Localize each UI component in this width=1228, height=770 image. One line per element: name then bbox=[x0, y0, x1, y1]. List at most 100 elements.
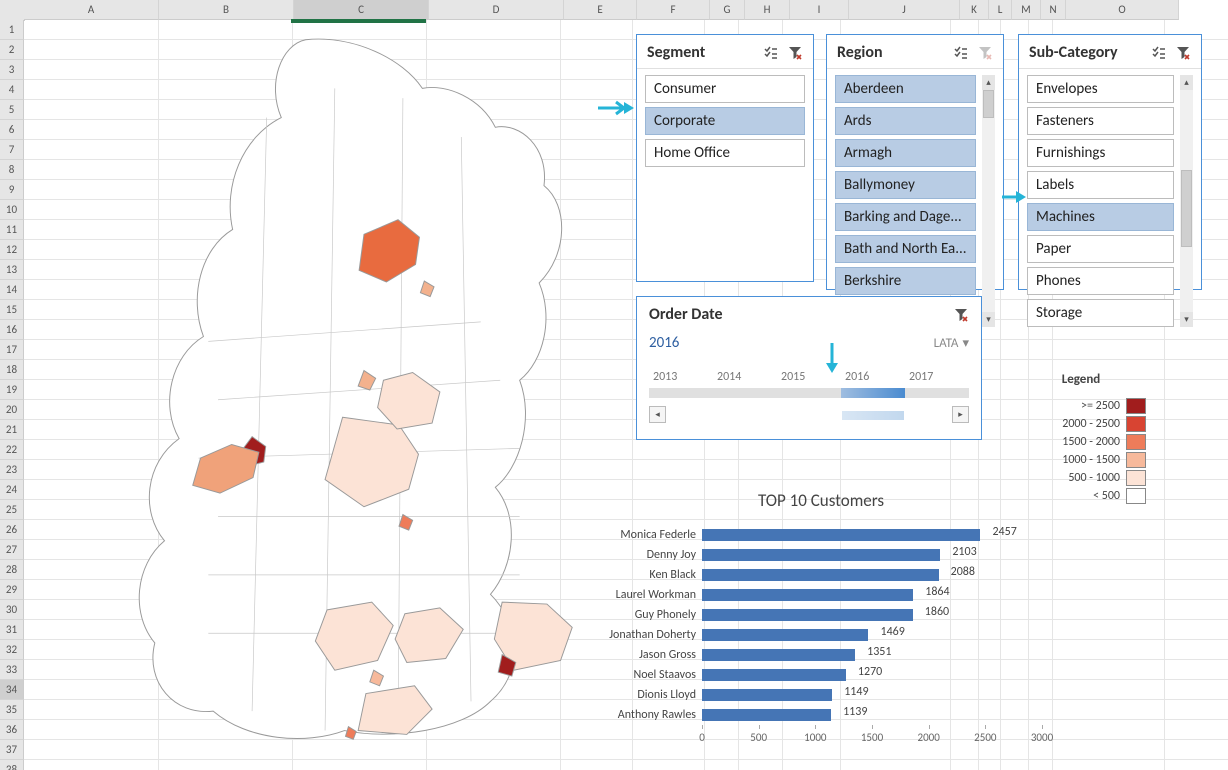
clear-filter-icon[interactable] bbox=[787, 45, 803, 61]
slicer-item[interactable]: Consumer bbox=[645, 75, 805, 103]
row-header[interactable]: 1 bbox=[0, 20, 24, 40]
row-header[interactable]: 19 bbox=[0, 380, 24, 400]
slicer-item[interactable]: Bath and North Ea... bbox=[835, 235, 976, 263]
row-header[interactable]: 28 bbox=[0, 560, 24, 580]
row-header[interactable]: 32 bbox=[0, 640, 24, 660]
slicer-item[interactable]: Ards bbox=[835, 107, 976, 135]
slicer-item[interactable]: Corporate bbox=[645, 107, 805, 135]
row-header[interactable]: 11 bbox=[0, 220, 24, 240]
row-header[interactable]: 9 bbox=[0, 180, 24, 200]
column-header[interactable]: J bbox=[849, 0, 960, 20]
row-header[interactable]: 22 bbox=[0, 440, 24, 460]
slicer-item[interactable]: Paper bbox=[1027, 235, 1174, 263]
row-header[interactable]: 18 bbox=[0, 360, 24, 380]
row-header[interactable]: 30 bbox=[0, 600, 24, 620]
multiselect-icon[interactable] bbox=[763, 45, 779, 61]
column-header[interactable]: L bbox=[989, 0, 1012, 20]
column-header[interactable]: M bbox=[1012, 0, 1041, 20]
row-header[interactable]: 4 bbox=[0, 80, 24, 100]
row-header[interactable]: 27 bbox=[0, 540, 24, 560]
slicer-item[interactable]: Furnishings bbox=[1027, 139, 1174, 167]
clear-filter-icon[interactable] bbox=[977, 45, 993, 61]
row-header[interactable]: 6 bbox=[0, 120, 24, 140]
row-header[interactable]: 29 bbox=[0, 580, 24, 600]
slicer-item[interactable]: Labels bbox=[1027, 171, 1174, 199]
legend-label: 2000 - 2500 bbox=[1062, 417, 1120, 431]
row-header[interactable]: 5 bbox=[0, 100, 24, 120]
column-header[interactable]: F bbox=[637, 0, 710, 20]
timeline-year-labels: 20132014201520162017 bbox=[649, 370, 969, 384]
column-header[interactable]: B bbox=[159, 0, 294, 20]
row-header[interactable]: 35 bbox=[0, 700, 24, 720]
row-header[interactable]: 20 bbox=[0, 400, 24, 420]
slicer-item[interactable]: Ballymoney bbox=[835, 171, 976, 199]
slicer-item[interactable]: Armagh bbox=[835, 139, 976, 167]
row-header[interactable]: 31 bbox=[0, 620, 24, 640]
row-header[interactable]: 21 bbox=[0, 420, 24, 440]
row-header[interactable]: 25 bbox=[0, 500, 24, 520]
slicer-item[interactable]: Home Office bbox=[645, 139, 805, 167]
clear-filter-icon[interactable] bbox=[1175, 45, 1191, 61]
slicer-item[interactable]: Fasteners bbox=[1027, 107, 1174, 135]
row-header[interactable]: 34 bbox=[0, 680, 24, 700]
row-header[interactable]: 12 bbox=[0, 240, 24, 260]
scroll-thumb[interactable] bbox=[842, 411, 903, 420]
row-header[interactable]: 17 bbox=[0, 340, 24, 360]
row-header[interactable]: 24 bbox=[0, 480, 24, 500]
column-header[interactable]: G bbox=[710, 0, 745, 20]
slicer-item[interactable]: Barking and Dage... bbox=[835, 203, 976, 231]
slicer-item[interactable]: Berkshire bbox=[835, 267, 976, 295]
column-header[interactable]: C bbox=[294, 0, 429, 20]
scroll-right-icon[interactable]: ▸ bbox=[952, 406, 969, 423]
row-header[interactable]: 36 bbox=[0, 720, 24, 740]
row-header[interactable]: 15 bbox=[0, 300, 24, 320]
timeline-selection[interactable] bbox=[841, 388, 905, 398]
column-header[interactable]: O bbox=[1066, 0, 1179, 20]
scroll-up-icon[interactable]: ▴ bbox=[1180, 75, 1193, 90]
column-header[interactable]: N bbox=[1041, 0, 1066, 20]
column-header[interactable]: H bbox=[745, 0, 790, 20]
row-header[interactable]: 26 bbox=[0, 520, 24, 540]
column-header[interactable]: E bbox=[564, 0, 637, 20]
scroll-left-icon[interactable]: ◂ bbox=[649, 406, 666, 423]
scroll-thumb[interactable] bbox=[983, 90, 994, 118]
row-header[interactable]: 8 bbox=[0, 160, 24, 180]
row-header[interactable]: 16 bbox=[0, 320, 24, 340]
row-header[interactable]: 13 bbox=[0, 260, 24, 280]
column-header[interactable]: I bbox=[790, 0, 849, 20]
row-header[interactable]: 14 bbox=[0, 280, 24, 300]
row-header[interactable]: 23 bbox=[0, 460, 24, 480]
multiselect-icon[interactable] bbox=[1151, 45, 1167, 61]
scroll-down-icon[interactable]: ▾ bbox=[1180, 312, 1193, 327]
select-all-corner[interactable] bbox=[0, 0, 25, 21]
slicer-item[interactable]: Envelopes bbox=[1027, 75, 1174, 103]
scrollbar[interactable]: ▴ ▾ bbox=[982, 75, 995, 327]
column-header[interactable]: K bbox=[960, 0, 989, 20]
clear-filter-icon[interactable] bbox=[953, 307, 969, 323]
row-header[interactable]: 33 bbox=[0, 660, 24, 680]
row-header[interactable]: 10 bbox=[0, 200, 24, 220]
scroll-down-icon[interactable]: ▾ bbox=[982, 312, 995, 327]
scroll-thumb[interactable] bbox=[1181, 170, 1192, 247]
row-header[interactable]: 7 bbox=[0, 140, 24, 160]
row-header[interactable]: 37 bbox=[0, 740, 24, 760]
timeline-level-dropdown[interactable]: LATA ▾ bbox=[934, 336, 969, 351]
column-header[interactable]: D bbox=[429, 0, 564, 20]
scroll-up-icon[interactable]: ▴ bbox=[982, 75, 995, 90]
scrollbar[interactable]: ▴ ▾ bbox=[1180, 75, 1193, 327]
slicer-item[interactable]: Machines bbox=[1027, 203, 1174, 231]
bar-label: Laurel Workman bbox=[586, 588, 702, 602]
row-header[interactable]: 2 bbox=[0, 40, 24, 60]
slicer-item[interactable]: Phones bbox=[1027, 267, 1174, 295]
timeline-order-date: Order Date 2016 LATA ▾ 20132014201520162… bbox=[636, 296, 982, 440]
row-header[interactable]: 3 bbox=[0, 60, 24, 80]
row-header[interactable]: 38 bbox=[0, 760, 24, 770]
bar-chart-top-customers: TOP 10 Customers Monica Federle2457Denny… bbox=[586, 490, 1056, 745]
timeline-track[interactable] bbox=[649, 388, 969, 398]
slicer-item[interactable]: Storage bbox=[1027, 299, 1174, 327]
multiselect-icon[interactable] bbox=[953, 45, 969, 61]
slicer-item[interactable]: Aberdeen bbox=[835, 75, 976, 103]
column-header[interactable]: A bbox=[24, 0, 159, 20]
legend-swatch bbox=[1126, 416, 1146, 432]
bar-row: Noel Staavos1270 bbox=[586, 665, 1056, 685]
